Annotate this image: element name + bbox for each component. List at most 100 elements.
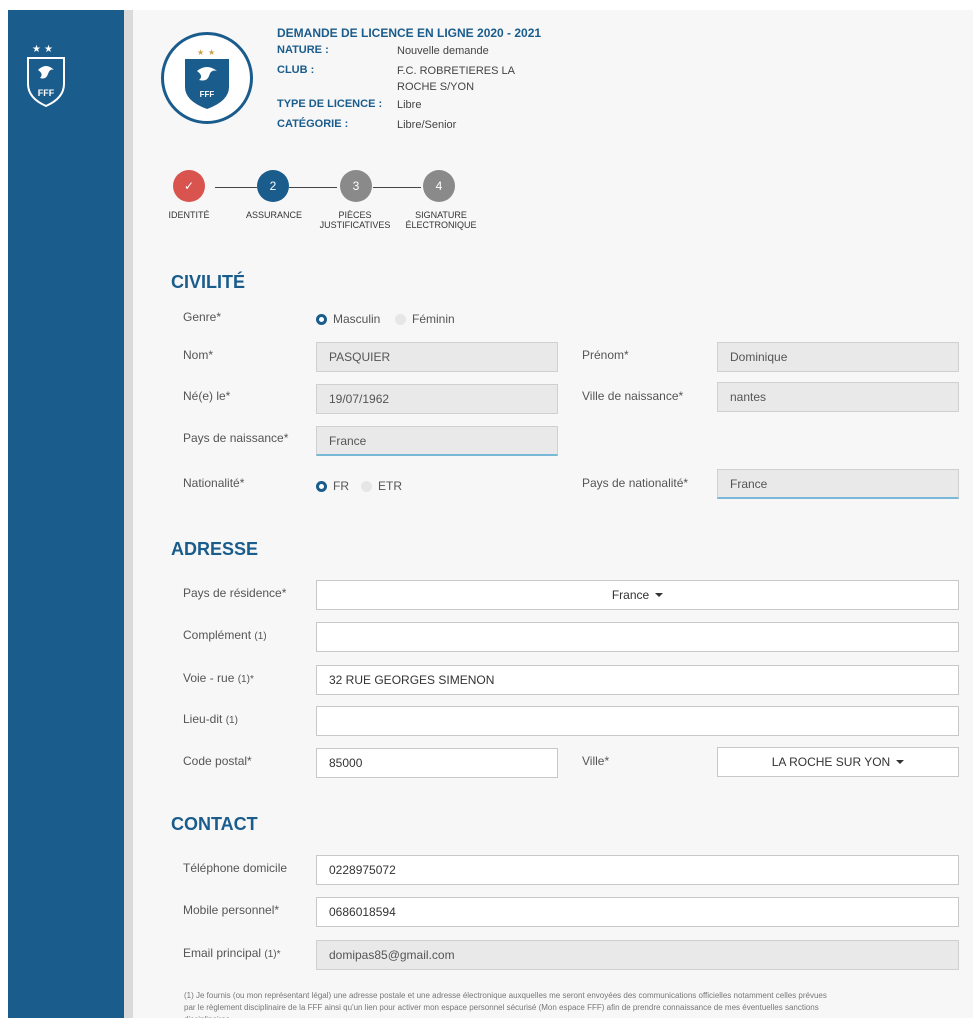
genre-radio-feminin[interactable]: Féminin bbox=[395, 312, 455, 326]
email-label: Email principal (1)* bbox=[183, 946, 281, 960]
radio-label: ETR bbox=[378, 479, 402, 493]
section-title-civilite: CIVILITÉ bbox=[171, 272, 246, 292]
step-label-signature: SIGNATURE ÉLECTRONIQUE bbox=[399, 210, 483, 230]
licence-type-label: TYPE DE LICENCE : bbox=[277, 98, 383, 110]
nationalite-radio-fr[interactable]: FR bbox=[316, 479, 349, 493]
nature-value: Nouvelle demande bbox=[397, 45, 489, 57]
radio-label: Féminin bbox=[412, 312, 455, 326]
nationalite-radio-etr[interactable]: ETR bbox=[361, 479, 402, 493]
genre-radio-masculin[interactable]: Masculin bbox=[316, 312, 380, 326]
licence-type-value: Libre bbox=[397, 99, 422, 111]
complement-field[interactable] bbox=[316, 622, 959, 652]
svg-text:★: ★ bbox=[44, 44, 53, 55]
radio-checked-icon bbox=[316, 313, 327, 325]
label-note: (1)* bbox=[264, 949, 281, 960]
step-signature[interactable]: 4 bbox=[423, 170, 455, 202]
legal-footnote: (1) Je fournis (ou mon représentant léga… bbox=[184, 991, 827, 1018]
radio-label: Masculin bbox=[333, 312, 381, 326]
nationalite-label: Nationalité* bbox=[183, 476, 245, 490]
nom-field[interactable]: PASQUIER bbox=[316, 342, 558, 372]
email-field[interactable]: domipas85@gmail.com bbox=[316, 940, 959, 970]
step-label-line: JUSTIFICATIVES bbox=[319, 220, 391, 230]
club-value-line2: ROCHE S/YON bbox=[397, 81, 475, 93]
main-content: ★ ★ FFF DEMANDE DE LICENCE EN LIGNE 2020… bbox=[133, 10, 973, 1018]
step-label-identite: IDENTITÉ bbox=[168, 210, 210, 220]
check-icon: ✓ bbox=[183, 179, 195, 193]
label-note: (1) bbox=[254, 631, 267, 642]
label-text: Email principal bbox=[183, 946, 262, 960]
step-label-line: PIÈCES bbox=[338, 210, 372, 220]
step-label-assurance: ASSURANCE bbox=[245, 210, 302, 220]
nature-label: NATURE : bbox=[277, 44, 329, 56]
label-note: (1)* bbox=[237, 674, 254, 685]
radio-unchecked-icon bbox=[361, 480, 372, 492]
club-value: F.C. ROBRETIERES LA bbox=[397, 65, 515, 77]
tel-domicile-field[interactable]: 0228975072 bbox=[316, 855, 959, 885]
pays-nationalite-label: Pays de nationalité* bbox=[582, 476, 689, 490]
date-naissance-label: Né(e) le* bbox=[183, 389, 231, 403]
section-title-contact: CONTACT bbox=[171, 814, 258, 834]
date-naissance-field[interactable]: 19/07/1962 bbox=[316, 384, 558, 414]
sidebar: ★ ★ FFF bbox=[8, 10, 124, 1018]
prenom-field[interactable]: Dominique bbox=[717, 342, 959, 372]
label-text: Lieu-dit bbox=[183, 712, 223, 726]
label-note: (1) bbox=[225, 715, 238, 726]
mobile-label: Mobile personnel* bbox=[183, 903, 280, 917]
genre-label: Genre* bbox=[183, 310, 222, 324]
radio-checked-icon bbox=[316, 480, 327, 492]
ville-label: Ville* bbox=[582, 754, 610, 768]
radio-unchecked-icon bbox=[395, 313, 406, 325]
chevron-down-icon bbox=[655, 593, 664, 597]
sidebar-logo-text: FFF bbox=[38, 88, 55, 98]
club-logo: ★ ★ FFF bbox=[161, 32, 253, 124]
pays-residence-select[interactable]: France bbox=[316, 580, 959, 610]
stepper-connector bbox=[215, 187, 257, 188]
select-value: LA ROCHE SUR YON bbox=[771, 755, 891, 769]
ville-naissance-label: Ville de naissance* bbox=[582, 389, 684, 403]
stepper-connector bbox=[373, 187, 421, 188]
club-label: CLUB : bbox=[277, 64, 315, 76]
svg-text:★: ★ bbox=[32, 44, 41, 55]
lieu-dit-field[interactable] bbox=[316, 706, 959, 736]
code-postal-field[interactable]: 85000 bbox=[316, 748, 558, 778]
ville-naissance-field[interactable]: nantes bbox=[717, 382, 959, 412]
step-assurance[interactable]: 2 bbox=[257, 170, 289, 202]
mobile-field[interactable]: 0686018594 bbox=[316, 897, 959, 927]
fff-logo[interactable]: ★ ★ FFF bbox=[22, 40, 70, 110]
pays-nationalite-field[interactable]: France bbox=[717, 469, 959, 499]
step-number: 2 bbox=[269, 179, 277, 193]
step-label-pieces: PIÈCES JUSTIFICATIVES bbox=[313, 210, 397, 230]
pays-naissance-label: Pays de naissance* bbox=[183, 431, 289, 445]
voie-label: Voie - rue (1)* bbox=[183, 671, 254, 685]
category-value: Libre/Senior bbox=[397, 119, 457, 131]
step-identite[interactable]: ✓ bbox=[173, 170, 205, 202]
step-number: 3 bbox=[352, 179, 360, 193]
pays-residence-label: Pays de résidence* bbox=[183, 586, 287, 600]
select-value: France bbox=[611, 588, 650, 602]
category-label: CATÉGORIE : bbox=[277, 118, 349, 130]
sidebar-divider bbox=[124, 10, 133, 1018]
ville-select[interactable]: LA ROCHE SUR YON bbox=[717, 747, 959, 777]
lieu-dit-label: Lieu-dit (1) bbox=[183, 712, 238, 726]
svg-text:★: ★ bbox=[197, 48, 204, 57]
prenom-label: Prénom* bbox=[582, 348, 629, 362]
chevron-down-icon bbox=[896, 760, 905, 764]
complement-label: Complément (1) bbox=[183, 628, 267, 642]
label-text: Complément bbox=[183, 628, 252, 642]
step-label-line: ÉLECTRONIQUE bbox=[405, 220, 477, 230]
svg-text:★: ★ bbox=[208, 48, 215, 57]
section-title-adresse: ADRESSE bbox=[171, 539, 259, 559]
step-number: 4 bbox=[435, 179, 443, 193]
nom-label: Nom* bbox=[183, 348, 214, 362]
label-text: Voie - rue bbox=[183, 671, 235, 685]
header-logo-text: FFF bbox=[200, 90, 215, 99]
step-pieces[interactable]: 3 bbox=[340, 170, 372, 202]
page-title: DEMANDE DE LICENCE EN LIGNE 2020 - 2021 bbox=[277, 26, 542, 40]
tel-domicile-label: Téléphone domicile bbox=[183, 861, 288, 875]
step-label-line: SIGNATURE bbox=[415, 210, 467, 220]
pays-naissance-field[interactable]: France bbox=[316, 426, 558, 456]
radio-label: FR bbox=[333, 479, 349, 493]
code-postal-label: Code postal* bbox=[183, 754, 252, 768]
stepper-connector bbox=[289, 187, 337, 188]
voie-field[interactable]: 32 RUE GEORGES SIMENON bbox=[316, 665, 959, 695]
